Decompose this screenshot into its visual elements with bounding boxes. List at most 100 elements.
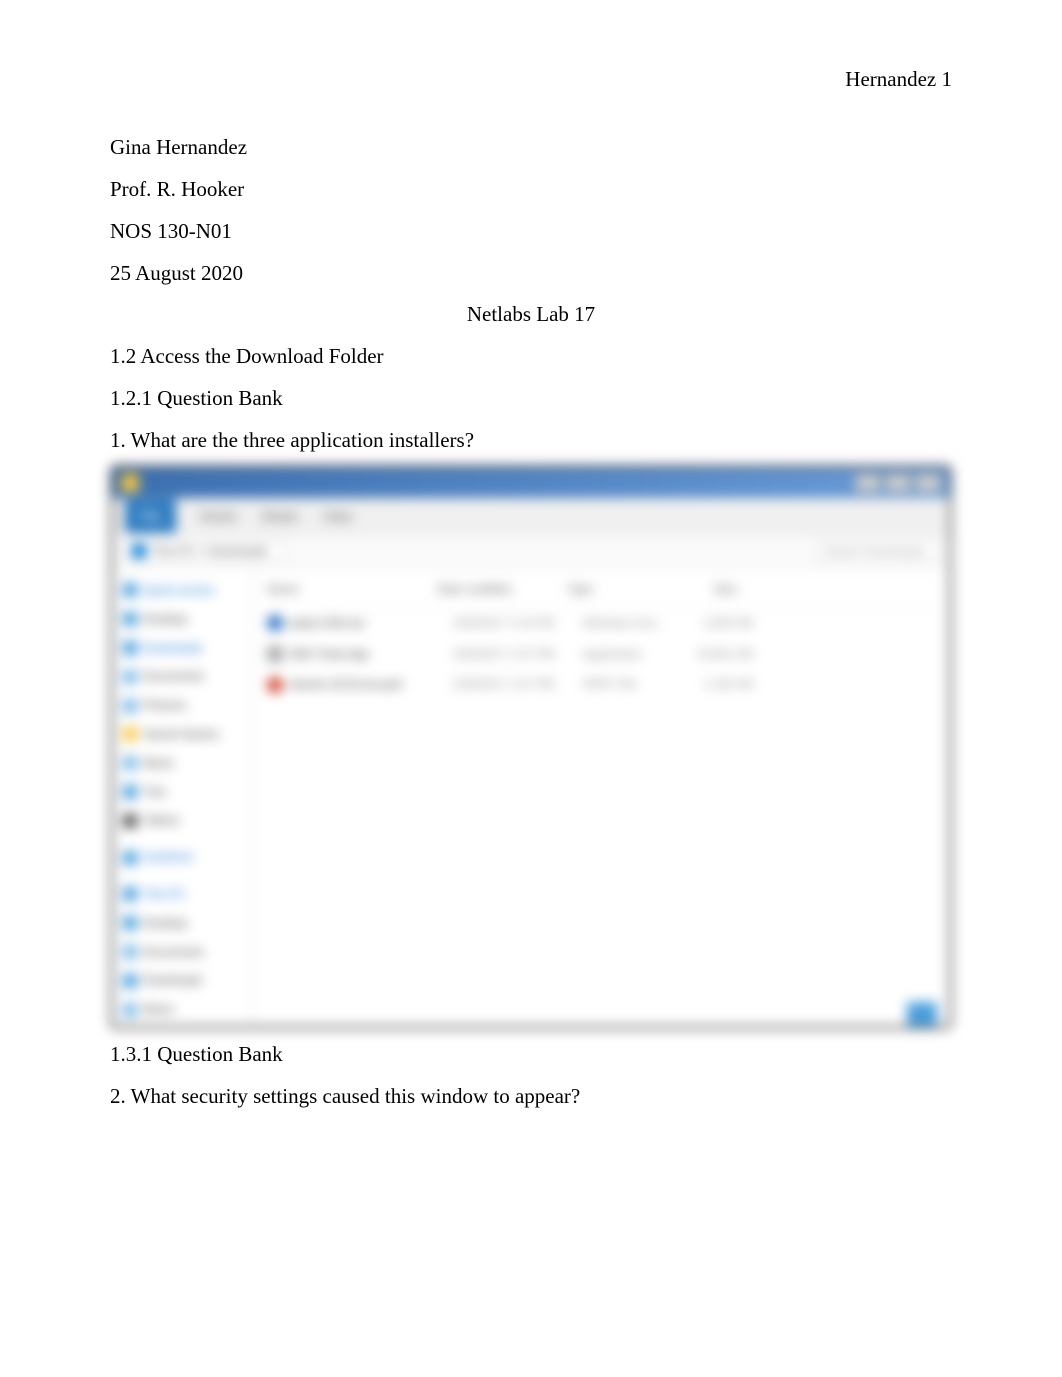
sidebar-label: Saved Games — [143, 723, 219, 746]
question-2: 2. What security settings caused this wi… — [110, 1077, 952, 1117]
file-date: 3/29/2017 1:57 PM — [453, 673, 583, 696]
search-box[interactable]: Search Downloads — [817, 540, 937, 562]
sidebar-label: Desktop — [143, 912, 187, 935]
mla-prof: Prof. R. Hooker — [110, 170, 952, 210]
col-name[interactable]: Name — [267, 578, 437, 601]
star-icon — [123, 583, 137, 597]
sidebar-label: This — [143, 781, 166, 804]
sidebar-label: Pictures — [143, 1027, 186, 1029]
file-type: PART File — [583, 673, 683, 696]
pc-icon — [123, 887, 137, 901]
column-headers: Name Date modified Type Size — [267, 578, 935, 608]
pc-icon — [132, 544, 146, 558]
file-row[interactable]: putty-0.68.msi 3/29/2017 1:24 PM Windows… — [267, 608, 935, 639]
sidebar-label: Pictures — [143, 694, 186, 717]
sidebar-pictures-2[interactable]: Pictures — [117, 1024, 248, 1029]
file-name: ubuntu-16.04.iso.part — [289, 673, 453, 696]
sidebar-label: Videos — [143, 809, 179, 832]
music-icon — [123, 1003, 137, 1017]
sidebar-this[interactable]: This — [117, 778, 248, 807]
file-size: 1,192 KB — [683, 673, 753, 696]
sidebar-downloads[interactable]: Downloads — [117, 634, 248, 663]
section-1-3-1: 1.3.1 Question Bank — [110, 1035, 952, 1075]
file-type: Windows Inst... — [583, 612, 683, 635]
sidebar-quick-access[interactable]: Quick access — [117, 576, 248, 605]
sidebar-videos[interactable]: Videos — [117, 806, 248, 835]
explorer-screenshot: File Home Share View This PC > Downloads… — [110, 465, 952, 1029]
explorer-body: Quick access Desktop Downloads Documents… — [113, 568, 949, 1026]
address-path: This PC > Downloads — [152, 540, 268, 563]
window-titlebar — [113, 468, 949, 498]
sidebar-label: Downloads — [143, 969, 202, 992]
msi-icon — [267, 615, 283, 631]
document-icon — [123, 945, 137, 959]
navigation-pane: Quick access Desktop Downloads Documents… — [113, 568, 253, 1026]
question-1: 1. What are the three application instal… — [110, 421, 952, 461]
desktop-icon — [123, 612, 137, 626]
file-date: 3/29/2017 1:24 PM — [453, 612, 583, 635]
download-icon — [123, 641, 137, 655]
mla-course: NOS 130-N01 — [110, 212, 952, 252]
app-icon — [267, 646, 283, 662]
folder-icon — [123, 727, 137, 741]
sidebar-this-pc[interactable]: This PC — [117, 880, 248, 909]
file-name: SDK Tools App — [289, 643, 453, 666]
file-list: Name Date modified Type Size putty-0.68.… — [253, 568, 949, 1026]
address-bar-row: This PC > Downloads Search Downloads — [113, 534, 949, 568]
sidebar-label: OneDrive — [143, 846, 194, 869]
cloud-icon — [123, 851, 137, 865]
music-icon — [123, 756, 137, 770]
mla-name: Gina Hernandez — [110, 128, 952, 168]
sidebar-music-2[interactable]: Music — [117, 995, 248, 1024]
section-1-2-1: 1.2.1 Question Bank — [110, 379, 952, 419]
col-type[interactable]: Type — [567, 578, 667, 601]
video-icon — [123, 814, 137, 828]
sidebar-label: Desktop — [143, 608, 187, 631]
running-head: Hernandez 1 — [110, 60, 952, 100]
file-date: 3/29/2017 1:57 PM — [453, 643, 583, 666]
sidebar-pictures[interactable]: Pictures — [117, 691, 248, 720]
file-size: 43,601 KB — [683, 643, 753, 666]
sidebar-music[interactable]: Music — [117, 749, 248, 778]
sidebar-saved-games[interactable]: Saved Games — [117, 720, 248, 749]
sidebar-desktop[interactable]: Desktop — [117, 605, 248, 634]
sidebar-label: Downloads — [143, 637, 202, 660]
close-button[interactable] — [915, 474, 941, 492]
tab-home[interactable]: Home — [200, 503, 237, 530]
sidebar-label: Documents — [143, 665, 204, 688]
tab-view[interactable]: View — [322, 503, 352, 530]
status-icon — [907, 1002, 937, 1026]
file-row[interactable]: ubuntu-16.04.iso.part 3/29/2017 1:57 PM … — [267, 669, 935, 700]
file-row[interactable]: SDK Tools App 3/29/2017 1:57 PM Applicat… — [267, 639, 935, 670]
search-placeholder: Search Downloads — [824, 540, 925, 563]
col-date[interactable]: Date modified — [437, 578, 567, 601]
sidebar-documents[interactable]: Documents — [117, 662, 248, 691]
download-icon — [123, 974, 137, 988]
tab-file[interactable]: File — [125, 499, 176, 534]
document-icon — [123, 670, 137, 684]
folder-icon — [121, 474, 139, 492]
iso-icon — [267, 677, 283, 693]
ribbon-tabs: File Home Share View — [113, 498, 949, 534]
picture-icon — [123, 699, 137, 713]
tab-share[interactable]: Share — [261, 503, 298, 530]
sidebar-onedrive[interactable]: OneDrive — [117, 843, 248, 872]
file-type: Application — [583, 643, 683, 666]
maximize-button[interactable] — [885, 474, 911, 492]
desktop-icon — [123, 916, 137, 930]
sidebar-label: Music — [143, 752, 174, 775]
sidebar-label: Music — [143, 998, 174, 1021]
sidebar-desktop-2[interactable]: Desktop — [117, 909, 248, 938]
mla-date: 25 August 2020 — [110, 254, 952, 294]
file-name: putty-0.68.msi — [289, 612, 453, 635]
sidebar-label: Quick access — [143, 579, 214, 602]
col-size[interactable]: Size — [667, 578, 737, 601]
sidebar-downloads-2[interactable]: Downloads — [117, 966, 248, 995]
section-1-2: 1.2 Access the Download Folder — [110, 337, 952, 377]
sidebar-label: This PC — [143, 883, 186, 906]
minimize-button[interactable] — [855, 474, 881, 492]
sidebar-label: Documents — [143, 941, 204, 964]
address-bar[interactable]: This PC > Downloads — [125, 540, 285, 562]
file-size: 2,825 KB — [683, 612, 753, 635]
sidebar-documents-2[interactable]: Documents — [117, 938, 248, 967]
